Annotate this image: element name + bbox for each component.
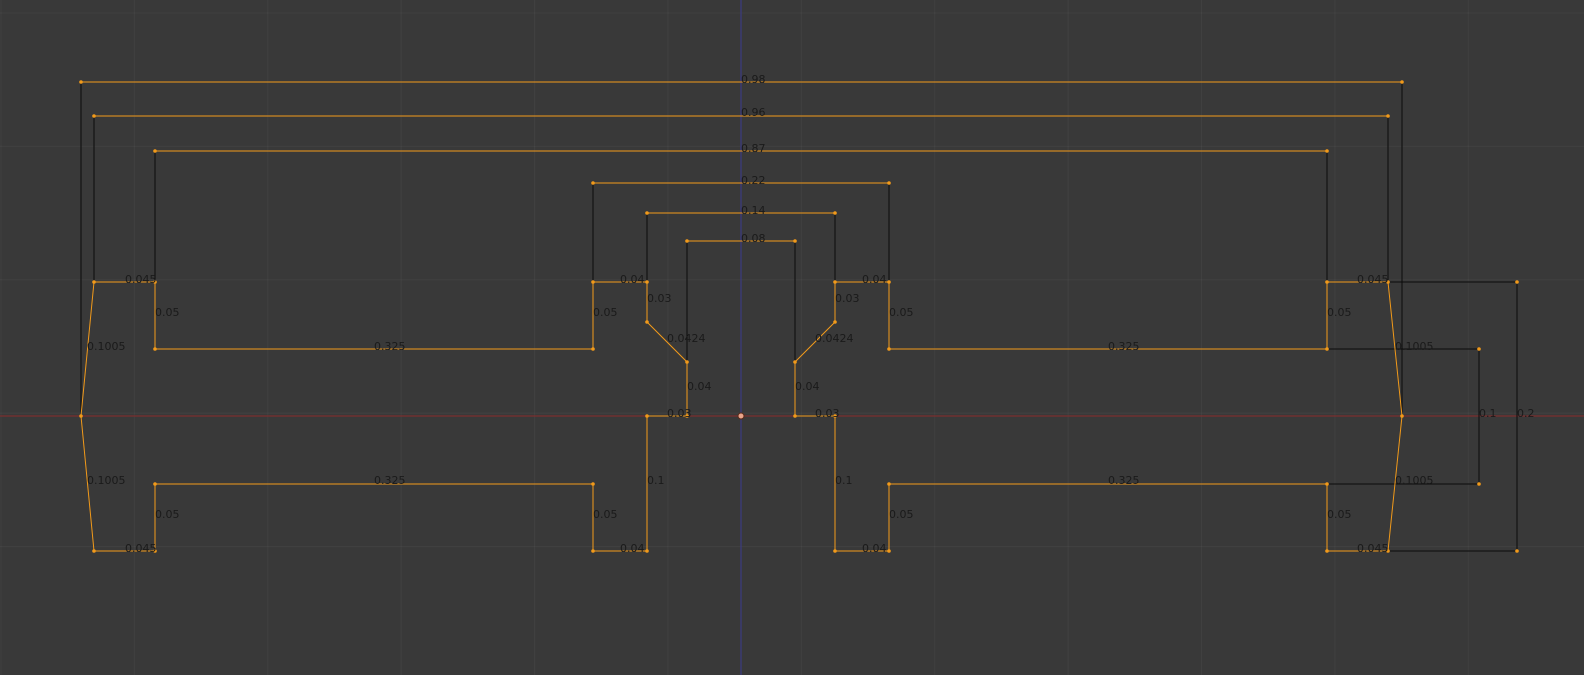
- edge-length-label: 0.0424: [667, 332, 706, 345]
- edge-length-label: 0.04: [862, 273, 887, 286]
- edge-length-label: 0.08: [741, 232, 766, 245]
- edge-length-label: 0.325: [374, 474, 406, 487]
- edge-length-label: 0.045: [125, 273, 157, 286]
- edge-length-label: 0.03: [647, 292, 672, 305]
- edge-length-label: 0.04: [620, 273, 645, 286]
- edge-length-label: 0.045: [1357, 542, 1389, 555]
- edge-length-label: 0.98: [741, 73, 766, 86]
- edge-length-label: 0.05: [1327, 306, 1352, 319]
- edge-length-label: 0.96: [741, 106, 766, 119]
- edge-length-label: 0.04: [620, 542, 645, 555]
- edge-length-label: 0.04: [862, 542, 887, 555]
- edge-length-label: 0.03: [835, 292, 860, 305]
- edge-length-label: 0.04: [795, 380, 820, 393]
- edge-length-label: 0.1005: [1395, 474, 1434, 487]
- 3d-viewport[interactable]: 0.98 0.96 0.87 0.22 0.14 0.08 0.045 0.04…: [0, 0, 1584, 675]
- unselected-edges: [80, 82, 1518, 552]
- edge-length-label: 0.87: [741, 142, 766, 155]
- edge-length-label: 0.2: [1517, 407, 1535, 420]
- edge-length-label: 0.05: [889, 508, 914, 521]
- edge-length-label: 0.1005: [87, 474, 126, 487]
- edge-length-label: 0.325: [374, 340, 406, 353]
- edge-length-label: 0.05: [889, 306, 914, 319]
- edge-length-labels: 0.98 0.96 0.87 0.22 0.14 0.08 0.045 0.04…: [87, 73, 1535, 555]
- edge-length-label: 0.045: [1357, 273, 1389, 286]
- edge-length-label: 0.05: [593, 508, 618, 521]
- edge-length-label: 0.1: [1479, 407, 1497, 420]
- edge-length-label: 0.1: [835, 474, 853, 487]
- edge-length-label: 0.1005: [87, 340, 126, 353]
- edge-length-label: 0.1005: [1395, 340, 1434, 353]
- edge-length-label: 0.22: [741, 174, 766, 187]
- edge-length-label: 0.03: [667, 407, 692, 420]
- edge-length-label: 0.325: [1108, 474, 1140, 487]
- edge-length-label: 0.05: [155, 306, 180, 319]
- edge-length-label: 0.325: [1108, 340, 1140, 353]
- edge-length-label: 0.05: [1327, 508, 1352, 521]
- edge-length-label: 0.03: [815, 407, 840, 420]
- edge-length-label: 0.0424: [815, 332, 854, 345]
- edge-length-label: 0.05: [155, 508, 180, 521]
- edge-length-label: 0.045: [125, 542, 157, 555]
- edge-length-label: 0.1: [647, 474, 665, 487]
- edge-length-label: 0.04: [687, 380, 712, 393]
- edge-length-label: 0.14: [741, 204, 766, 217]
- edge-length-label: 0.05: [593, 306, 618, 319]
- object-origin[interactable]: [737, 412, 745, 420]
- mesh-edit-canvas[interactable]: 0.98 0.96 0.87 0.22 0.14 0.08 0.045 0.04…: [0, 0, 1584, 675]
